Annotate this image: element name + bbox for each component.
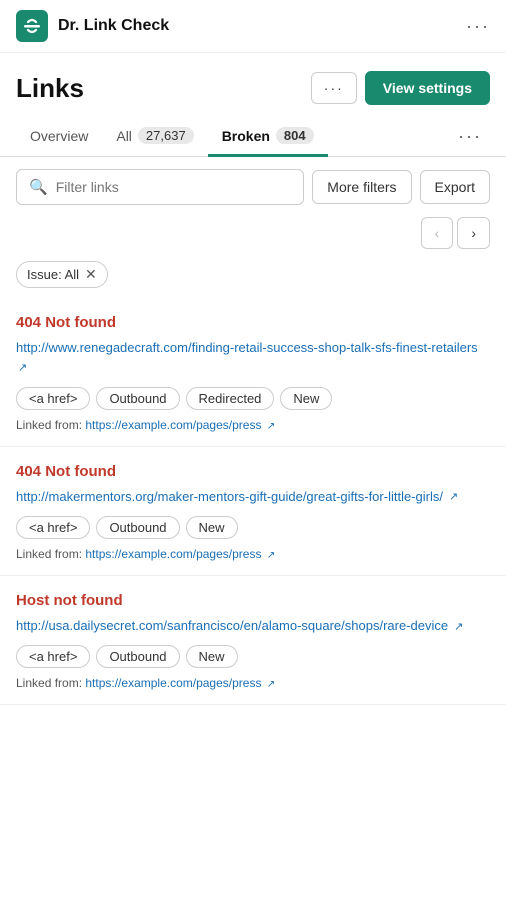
tag-href: <a href> — [16, 516, 90, 539]
view-settings-button[interactable]: View settings — [365, 71, 490, 105]
result-item: 404 Not found http://makermentors.org/ma… — [0, 447, 506, 576]
search-input[interactable] — [56, 179, 292, 195]
result-url-link[interactable]: http://www.renegadecraft.com/finding-ret… — [16, 339, 478, 357]
linked-from: Linked from: https://example.com/pages/p… — [16, 547, 490, 561]
result-error-type: 404 Not found — [16, 314, 490, 331]
tab-overview[interactable]: Overview — [16, 118, 102, 157]
linked-from-label: Linked from: — [16, 547, 85, 561]
tab-broken-label: Broken — [222, 128, 270, 144]
app-branding: Dr. Link Check — [16, 10, 169, 42]
result-error-type: Host not found — [16, 592, 490, 609]
result-tags: <a href> Outbound Redirected New — [16, 387, 490, 410]
result-error-type: 404 Not found — [16, 463, 490, 480]
tab-all[interactable]: All 27,637 — [102, 117, 207, 157]
linked-from-external-icon: ↗ — [267, 550, 275, 561]
result-url-link[interactable]: http://usa.dailysecret.com/sanfrancisco/… — [16, 617, 448, 635]
external-link-icon: ↗ — [454, 620, 463, 635]
page-title: Links — [16, 73, 84, 104]
tab-all-badge: 27,637 — [138, 127, 194, 144]
header-actions: ··· View settings — [311, 71, 490, 105]
tag-outbound: Outbound — [96, 645, 179, 668]
external-link-icon: ↗ — [449, 490, 458, 505]
results-list: 404 Not found http://www.renegadecraft.c… — [0, 298, 506, 705]
tabs-more-button[interactable]: ··· — [450, 118, 490, 155]
prev-page-button[interactable]: ‹ — [421, 217, 454, 249]
linked-from-url[interactable]: https://example.com/pages/press — [85, 418, 261, 432]
issue-filter-close-button[interactable]: ✕ — [85, 266, 97, 283]
result-tags: <a href> Outbound New — [16, 516, 490, 539]
more-filters-button[interactable]: More filters — [312, 170, 411, 204]
export-button[interactable]: Export — [420, 170, 490, 204]
tag-redirected: Redirected — [186, 387, 275, 410]
filter-tags: Issue: All ✕ — [0, 257, 506, 298]
linked-from-url[interactable]: https://example.com/pages/press — [85, 547, 261, 561]
tag-outbound: Outbound — [96, 516, 179, 539]
tab-overview-label: Overview — [30, 128, 88, 144]
tag-href: <a href> — [16, 387, 90, 410]
linked-from: Linked from: https://example.com/pages/p… — [16, 418, 490, 432]
tabs-bar: Overview All 27,637 Broken 804 ··· — [0, 117, 506, 157]
tag-href: <a href> — [16, 645, 90, 668]
result-url-link[interactable]: http://makermentors.org/maker-mentors-gi… — [16, 488, 443, 506]
result-item: Host not found http://usa.dailysecret.co… — [0, 576, 506, 705]
top-bar: Dr. Link Check ··· — [0, 0, 506, 53]
result-url: http://www.renegadecraft.com/finding-ret… — [16, 339, 490, 377]
tag-new: New — [186, 645, 238, 668]
app-title: Dr. Link Check — [58, 17, 169, 35]
issue-filter-label: Issue: All — [27, 267, 79, 282]
tag-new: New — [280, 387, 332, 410]
filters-row: 🔍 More filters Export — [0, 157, 506, 213]
linked-from-label: Linked from: — [16, 676, 85, 690]
header-more-button[interactable]: ··· — [311, 72, 357, 104]
search-icon: 🔍 — [29, 178, 48, 196]
linked-from-label: Linked from: — [16, 418, 85, 432]
pagination-row: ‹ › — [0, 213, 506, 257]
linked-from-url[interactable]: https://example.com/pages/press — [85, 676, 261, 690]
tag-new: New — [186, 516, 238, 539]
linked-from-external-icon: ↗ — [267, 421, 275, 432]
issue-filter-tag: Issue: All ✕ — [16, 261, 108, 288]
header-section: Links ··· View settings — [0, 53, 506, 117]
linked-from: Linked from: https://example.com/pages/p… — [16, 676, 490, 690]
tag-outbound: Outbound — [96, 387, 179, 410]
search-box[interactable]: 🔍 — [16, 169, 304, 205]
tab-broken-badge: 804 — [276, 127, 314, 144]
result-url: http://makermentors.org/maker-mentors-gi… — [16, 488, 490, 506]
result-tags: <a href> Outbound New — [16, 645, 490, 668]
app-logo — [16, 10, 48, 42]
result-item: 404 Not found http://www.renegadecraft.c… — [0, 298, 506, 447]
tab-all-label: All — [116, 128, 132, 144]
linked-from-external-icon: ↗ — [267, 679, 275, 690]
top-bar-menu-button[interactable]: ··· — [466, 16, 490, 37]
external-link-icon: ↗ — [18, 361, 27, 376]
next-page-button[interactable]: › — [457, 217, 490, 249]
result-url: http://usa.dailysecret.com/sanfrancisco/… — [16, 617, 490, 635]
tab-broken[interactable]: Broken 804 — [208, 117, 328, 157]
